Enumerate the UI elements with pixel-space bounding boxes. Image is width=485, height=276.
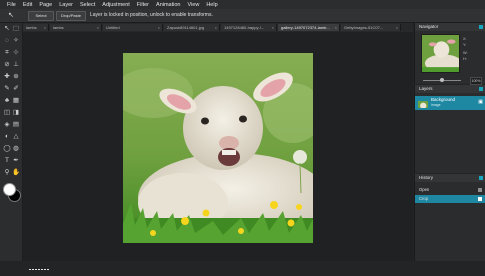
- options-toolbar: ↖ Select Drop/Paste Layer is locked in p…: [0, 9, 485, 23]
- move-tool-icon[interactable]: ↖: [3, 25, 11, 33]
- menu-filter[interactable]: Filter: [137, 2, 149, 8]
- menu-file[interactable]: File: [7, 2, 16, 8]
- panel-menu-icon[interactable]: [479, 176, 483, 180]
- menu-adjustment[interactable]: Adjustment: [102, 2, 130, 8]
- close-icon[interactable]: ×: [335, 24, 337, 31]
- healing-icon[interactable]: ✚: [3, 73, 11, 81]
- bucket-icon[interactable]: ◈: [3, 121, 11, 129]
- tab-getty[interactable]: GettyImages-51C07... ×: [341, 24, 401, 31]
- ruler-icon[interactable]: ⊥: [12, 61, 20, 69]
- layers-header: Layers: [415, 85, 485, 93]
- open-icon: [478, 188, 482, 192]
- select-button[interactable]: Select: [28, 11, 54, 21]
- menu-select[interactable]: Select: [80, 2, 95, 8]
- brush-icon[interactable]: ✎: [3, 85, 11, 93]
- nav-y-label: Y:: [463, 43, 467, 47]
- zoom-value-field[interactable]: 100%: [470, 77, 482, 85]
- tab-lambs[interactable]: lambs ×: [23, 24, 49, 31]
- pen-icon[interactable]: ✒: [12, 157, 20, 165]
- menu-help[interactable]: Help: [206, 2, 217, 8]
- close-icon[interactable]: ×: [215, 24, 217, 31]
- navigator-thumb-image: [422, 35, 459, 72]
- panel-menu-icon[interactable]: [479, 87, 483, 91]
- patch-icon[interactable]: ⊛: [12, 73, 20, 81]
- close-icon[interactable]: ×: [44, 24, 46, 31]
- nav-w-label: W:: [463, 51, 468, 55]
- pencil-icon[interactable]: ✐: [12, 85, 20, 93]
- tab-happy-lamb[interactable]: 1497128480-happy-l... ×: [221, 24, 277, 31]
- navigator-thumbnail[interactable]: [421, 34, 460, 73]
- dodge-icon[interactable]: ◯: [3, 145, 11, 153]
- navigator-panel: Navigator X: Y: W: H: 100%: [414, 23, 485, 85]
- close-icon[interactable]: ×: [158, 24, 160, 31]
- layer-thumb-image: [418, 101, 428, 108]
- close-icon[interactable]: ×: [272, 24, 274, 31]
- gradient-icon[interactable]: ▤: [12, 121, 20, 129]
- sponge-icon[interactable]: ◍: [12, 145, 20, 153]
- navigator-header: Navigator: [415, 23, 485, 31]
- blur-icon[interactable]: ◐: [3, 133, 11, 141]
- wand-tool-icon[interactable]: ✧: [12, 37, 20, 45]
- history-item-open[interactable]: Open: [415, 186, 485, 194]
- tab-zapusk[interactable]: Zapusk89114601.jpg ×: [164, 24, 220, 31]
- menu-edit[interactable]: Edit: [23, 2, 32, 8]
- lasso-tool-icon[interactable]: ◌: [3, 37, 11, 45]
- stamp-icon[interactable]: ♣: [3, 97, 11, 105]
- layer-row-background[interactable]: Background image ▣: [415, 96, 485, 110]
- dash-line: [29, 269, 49, 270]
- tab-lambs-2[interactable]: lambs ×: [50, 24, 102, 31]
- tab-untitled[interactable]: Untitled ×: [103, 24, 163, 31]
- move-tool-icon: ↖: [8, 12, 14, 19]
- history-header: History: [415, 174, 485, 182]
- history-panel: History Open Crop: [414, 174, 485, 261]
- lamb-photo[interactable]: [123, 53, 313, 243]
- bg-eraser-icon[interactable]: ◨: [12, 109, 20, 117]
- close-icon[interactable]: ×: [97, 24, 99, 31]
- zoom-slider-knob[interactable]: [440, 78, 444, 82]
- pattern-icon[interactable]: ▦: [12, 97, 20, 105]
- tab-gallery-lamb[interactable]: gallery-1497072374-lamb... ×: [278, 24, 340, 31]
- tool-panel: ↖ ⬚ ◌ ✧ ⌗ ⊹ ⊘ ⊥ ✚ ⊛ ✎ ✐ ♣ ▦ ◫ ◨ ◈ ▤ ◐ △ …: [0, 23, 23, 261]
- canvas-area[interactable]: [23, 32, 413, 270]
- lamb-image: [123, 53, 313, 243]
- menu-bar: File Edit Page Layer Select Adjustment F…: [0, 0, 485, 9]
- menu-layer[interactable]: Layer: [59, 2, 73, 8]
- menu-animation[interactable]: Animation: [156, 2, 180, 8]
- menu-page[interactable]: Page: [39, 2, 52, 8]
- layers-panel: Layers Background image ▣ ⊕ ⧉ 🗑: [414, 85, 485, 198]
- text-tool-icon[interactable]: T: [3, 157, 11, 165]
- document-tabs: lambs × lambs × Untitled × Zapusk89114601.j…: [23, 23, 413, 32]
- slice-tool-icon[interactable]: ⊹: [12, 49, 20, 57]
- zoom-icon[interactable]: ⚲: [3, 169, 11, 177]
- lock-info-text: Layer is locked in position, unlock to e…: [90, 12, 213, 18]
- eraser-icon[interactable]: ◫: [3, 109, 11, 117]
- hand-icon[interactable]: ✋: [12, 169, 20, 177]
- foreground-color-swatch[interactable]: [3, 183, 16, 196]
- menu-view[interactable]: View: [188, 2, 200, 8]
- close-icon[interactable]: ×: [396, 24, 398, 31]
- marquee-tool-icon[interactable]: ⬚: [12, 25, 20, 33]
- zoom-slider[interactable]: [423, 78, 461, 82]
- nav-h-label: H:: [463, 57, 467, 61]
- lock-icon[interactable]: ▣: [478, 99, 483, 105]
- drop-paste-button[interactable]: Drop/Paste: [56, 11, 86, 21]
- sharpen-icon[interactable]: △: [12, 133, 20, 141]
- nav-x-label: X:: [463, 37, 467, 41]
- layer-name: Background: [431, 97, 456, 102]
- eyedropper-icon[interactable]: ⊘: [3, 61, 11, 69]
- layer-thumbnail: [418, 98, 428, 108]
- crop-tool-icon[interactable]: ⌗: [3, 49, 11, 57]
- layer-type: image: [431, 103, 441, 107]
- crop-icon: [478, 197, 482, 201]
- panel-menu-icon[interactable]: [479, 25, 483, 29]
- history-item-crop[interactable]: Crop: [415, 195, 485, 203]
